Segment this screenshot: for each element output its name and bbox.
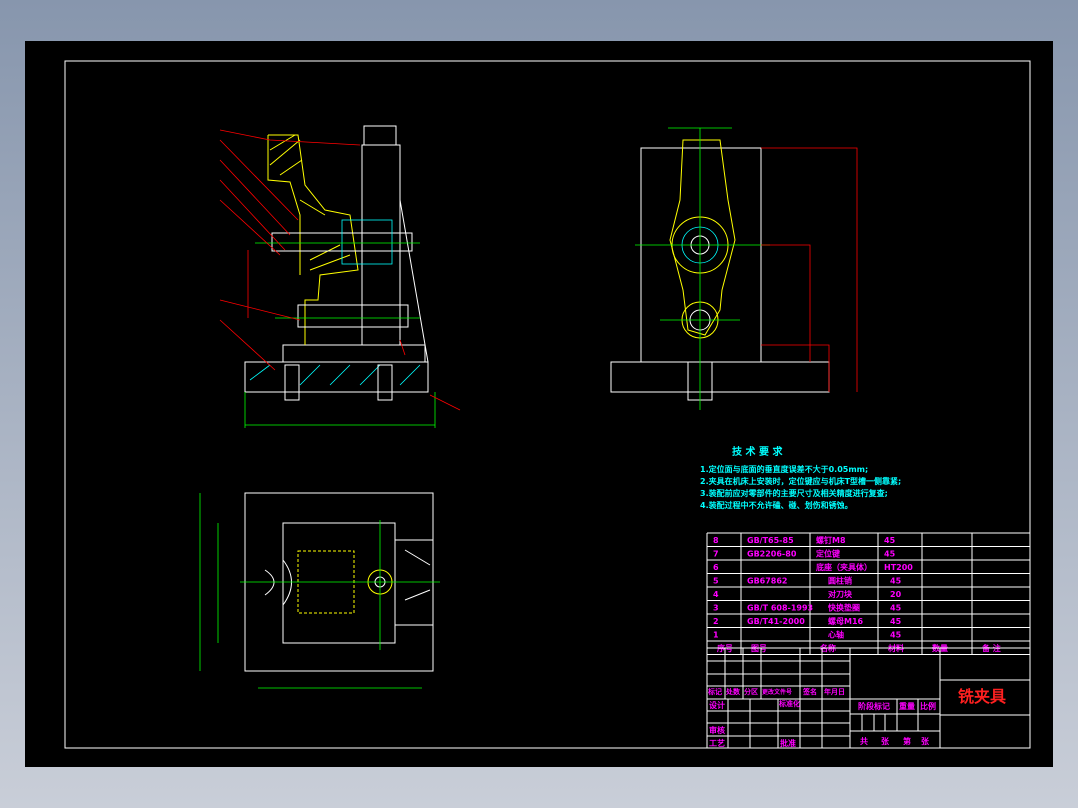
tech-item: 2.夹具在机床上安装时，定位键应与机床T型槽一侧靠紧; [700,476,901,486]
parts-cell: 对刀块 [828,589,853,599]
top-view [199,492,440,689]
label-zone: 分区 [744,687,758,696]
label-signature: 签名 [802,687,817,696]
parts-cell: 8 [713,536,719,545]
tech-item: 3.装配前应对零部件的主要尺寸及相关精度进行复查; [700,488,888,498]
label-sheets-unit: 张 [881,737,890,746]
tech-heading: 技 术 要 求 [732,445,783,458]
parts-list: 8 GB/T65-85 螺钉M8 457 GB2206-80 定位键 456 底座（夹具体） H… [706,532,1031,655]
parts-cell: 1 [713,631,719,640]
parts-cell: 4 [713,590,719,599]
parts-cell: 底座（夹具体） [815,562,872,572]
label-count: 处数 [725,687,741,696]
parts-cell: 5 [713,577,719,586]
label-sheet-no: 第 [903,736,911,746]
label-mark: 标记 [707,687,722,696]
parts-cell: 圆柱销 [828,576,852,586]
parts-cell: 6 [713,563,719,572]
side-view [610,127,858,410]
parts-cell: GB/T 608-1993 [747,604,813,613]
parts-cell: 20 [890,590,902,599]
label-review: 审核 [709,725,725,735]
parts-cell: 45 [890,631,902,640]
label-change-doc: 更改文件号 [762,688,792,696]
title-block: 标记 处数 分区 更改文件号 签名 年月日 设计 标准化 审核 工艺 批准 阶段… [706,647,1031,749]
parts-cell: 螺钉M8 [816,535,846,545]
parts-cell: 45 [884,536,896,545]
parts-cell: 心轴 [828,630,844,640]
label-sheets-total: 共 [860,736,868,746]
front-section-view [219,125,461,428]
parts-cell: 45 [890,617,902,626]
label-weight: 重量 [899,701,915,711]
parts-cell: 快换垫圈 [828,603,860,613]
technical-requirements: 技 术 要 求 1.定位面与底面的垂直度误差不大于0.05mm; 2.夹具在机床… [700,445,901,510]
parts-cell: 2 [713,617,719,626]
parts-cell: GB2206-80 [747,550,797,559]
drawing-sheet: 技 术 要 求 1.定位面与底面的垂直度误差不大于0.05mm; 2.夹具在机床… [64,60,1031,749]
label-design: 设计 [709,700,725,710]
parts-cell: GB67862 [747,577,788,586]
parts-cell: 7 [713,550,719,559]
parts-cell: HT200 [884,563,913,572]
drawing-frame [64,60,1031,749]
parts-cell: 45 [890,577,902,586]
label-scale: 比例 [920,701,936,711]
tech-item: 4.装配过程中不允许磕、碰、划伤和锈蚀。 [700,500,853,510]
parts-cell: 螺母M16 [828,616,864,626]
parts-cell: GB/T65-85 [747,536,794,545]
parts-cell: GB/T41-2000 [747,617,805,626]
tech-item: 1.定位面与底面的垂直度误差不大于0.05mm; [700,464,868,474]
cad-drawing-canvas[interactable]: 技 术 要 求 1.定位面与底面的垂直度误差不大于0.05mm; 2.夹具在机床… [25,41,1053,767]
label-stage-mark: 阶段标记 [858,701,890,711]
label-process: 工艺 [709,738,725,748]
label-sheet-unit: 张 [921,737,930,746]
label-standardize: 标准化 [778,699,800,708]
drawing-title: 铣夹具 [958,687,1006,706]
label-approve: 批准 [780,738,796,748]
parts-cell: 定位键 [815,549,840,559]
parts-cell: 45 [884,550,896,559]
parts-cell: 45 [890,604,902,613]
label-date: 年月日 [824,687,845,696]
parts-cell: 3 [713,604,719,613]
